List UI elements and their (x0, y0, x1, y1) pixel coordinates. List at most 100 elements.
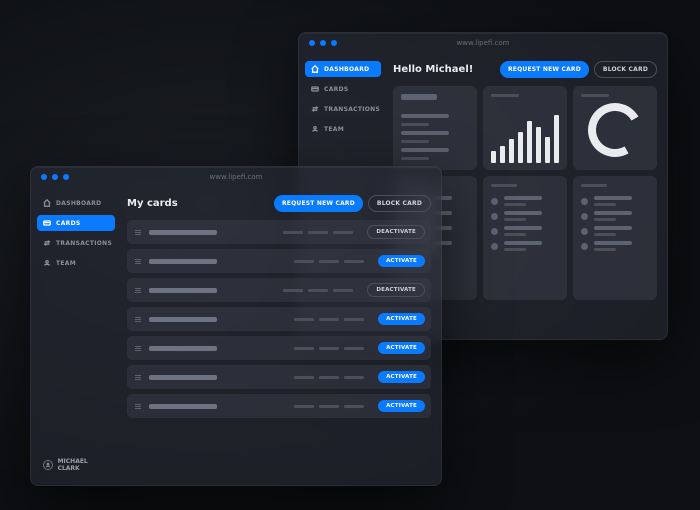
sidebar-item-team[interactable]: TEAM (37, 255, 115, 271)
sidebar-item-label: TRANSACTIONS (324, 106, 380, 113)
card-row: DEACTIVATE (127, 220, 431, 244)
sidebar-item-label: TEAM (56, 260, 76, 267)
list-card (573, 176, 657, 300)
card-row: ACTIVATE (127, 394, 431, 418)
activate-button[interactable]: ACTIVATE (378, 255, 425, 267)
sidebar: DASHBOARD CARDS TRANSACTIONS TEAM MICHAE… (31, 187, 121, 485)
card-row: ACTIVATE (127, 336, 431, 360)
titlebar: www.lipefi.com (299, 33, 667, 53)
sidebar-item-cards[interactable]: CARDS (305, 81, 381, 97)
request-card-button[interactable]: REQUEST NEW CARD (500, 61, 589, 78)
drag-handle-icon[interactable] (135, 346, 141, 351)
transactions-icon (43, 239, 51, 247)
card-icon (311, 85, 319, 93)
card-row: DEACTIVATE (127, 278, 431, 302)
user-name: MICHAEL CLARK (58, 458, 109, 472)
user-profile[interactable]: MICHAEL CLARK (37, 453, 115, 477)
block-card-button[interactable]: BLOCK CARD (368, 195, 431, 212)
skeleton-line (491, 94, 519, 97)
donut-chart (582, 97, 648, 163)
sidebar-item-dashboard[interactable]: DASHBOARD (305, 61, 381, 77)
drag-handle-icon[interactable] (135, 259, 141, 264)
window-dot[interactable] (320, 40, 326, 46)
sidebar-item-transactions[interactable]: TRANSACTIONS (305, 101, 381, 117)
list-item (581, 226, 649, 236)
avatar-icon (43, 460, 53, 470)
card-meta-placeholder (294, 260, 364, 263)
list-item (581, 211, 649, 221)
home-icon (311, 65, 319, 73)
list-card (483, 176, 567, 300)
drag-handle-icon[interactable] (135, 375, 141, 380)
list-item (491, 241, 559, 251)
sidebar-item-label: DASHBOARD (324, 66, 369, 73)
address-url: www.lipefi.com (210, 173, 263, 181)
sidebar-item-label: TRANSACTIONS (56, 240, 112, 247)
bar (518, 132, 523, 163)
page-header: My cards REQUEST NEW CARD BLOCK CARD (127, 195, 431, 212)
request-card-button[interactable]: REQUEST NEW CARD (274, 195, 363, 212)
window-controls[interactable] (309, 40, 337, 46)
drag-handle-icon[interactable] (135, 317, 141, 322)
card-name-placeholder (149, 317, 217, 322)
skeleton-line (401, 114, 449, 118)
card-row: ACTIVATE (127, 365, 431, 389)
cards-window: www.lipefi.com DASHBOARD CARDS TRANSACTI… (30, 166, 442, 486)
greeting: Hello Michael! (393, 64, 473, 75)
window-dot[interactable] (309, 40, 315, 46)
list-item (491, 226, 559, 236)
bar (536, 127, 541, 163)
bar (491, 151, 496, 163)
team-icon (311, 125, 319, 133)
list-item (491, 196, 559, 206)
skeleton-line (491, 184, 517, 187)
bar (545, 137, 550, 163)
page-header: Hello Michael! REQUEST NEW CARD BLOCK CA… (393, 61, 657, 78)
drag-handle-icon[interactable] (135, 404, 141, 409)
bar (500, 146, 505, 163)
sidebar-item-label: DASHBOARD (56, 200, 101, 207)
window-dot[interactable] (52, 174, 58, 180)
card-list: DEACTIVATE ACTIVATE DEACTIVATE ACTIVATE ACTI… (127, 220, 431, 418)
card-name-placeholder (149, 404, 217, 409)
sidebar-item-transactions[interactable]: TRANSACTIONS (37, 235, 115, 251)
skeleton-line (401, 123, 429, 126)
stat-card (393, 86, 477, 170)
deactivate-button[interactable]: DEACTIVATE (367, 225, 425, 239)
card-meta-placeholder (294, 347, 364, 350)
activate-button[interactable]: ACTIVATE (378, 342, 425, 354)
window-dot[interactable] (41, 174, 47, 180)
card-name-placeholder (149, 375, 217, 380)
card-meta-placeholder (283, 289, 353, 292)
transactions-icon (311, 105, 319, 113)
card-row: ACTIVATE (127, 249, 431, 273)
activate-button[interactable]: ACTIVATE (378, 371, 425, 383)
skeleton-line (401, 94, 437, 100)
team-icon (43, 259, 51, 267)
card-name-placeholder (149, 346, 217, 351)
bar (527, 121, 532, 163)
window-controls[interactable] (41, 174, 69, 180)
skeleton-line (401, 157, 429, 160)
activate-button[interactable]: ACTIVATE (378, 313, 425, 325)
bar-chart (491, 103, 559, 163)
window-dot[interactable] (63, 174, 69, 180)
skeleton-line (401, 131, 449, 135)
sidebar-item-dashboard[interactable]: DASHBOARD (37, 195, 115, 211)
card-meta-placeholder (283, 231, 353, 234)
sidebar-item-label: CARDS (324, 86, 348, 93)
block-card-button[interactable]: BLOCK CARD (594, 61, 657, 78)
activate-button[interactable]: ACTIVATE (378, 400, 425, 412)
titlebar: www.lipefi.com (31, 167, 441, 187)
skeleton-line (401, 140, 429, 143)
sidebar-item-team[interactable]: TEAM (305, 121, 381, 137)
card-icon (43, 219, 51, 227)
drag-handle-icon[interactable] (135, 230, 141, 235)
bar-chart-card (483, 86, 567, 170)
drag-handle-icon[interactable] (135, 288, 141, 293)
sidebar-item-cards[interactable]: CARDS (37, 215, 115, 231)
main-content: My cards REQUEST NEW CARD BLOCK CARD DEA… (121, 187, 441, 485)
deactivate-button[interactable]: DEACTIVATE (367, 283, 425, 297)
skeleton-line (581, 184, 607, 187)
window-dot[interactable] (331, 40, 337, 46)
